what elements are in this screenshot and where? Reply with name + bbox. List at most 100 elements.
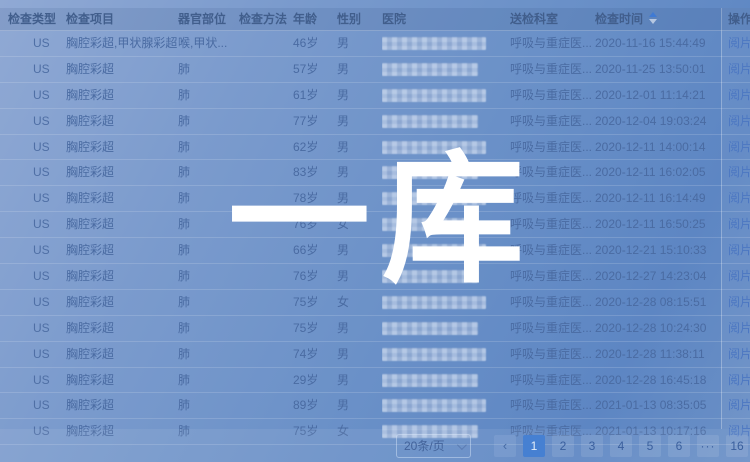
gender-cell: 男	[337, 342, 381, 367]
view-image-link[interactable]: 阅片	[728, 191, 750, 205]
table-row: US胸腔彩超肺61岁男呼吸与重症医...2020-12-01 11:14:21阅…	[0, 83, 750, 109]
page-size-select[interactable]: 20条/页	[396, 434, 471, 458]
hospital-cell	[382, 368, 510, 393]
exam-item-cell: 胸腔彩超	[66, 212, 178, 237]
department-cell: 呼吸与重症医...	[510, 83, 595, 108]
exam-type-cell: US	[8, 393, 66, 418]
exam-item-cell: 胸腔彩超	[66, 186, 178, 211]
operation-cell: 阅片	[728, 160, 750, 185]
organ-cell: 肺	[178, 290, 238, 315]
view-image-link[interactable]: 阅片	[728, 269, 750, 283]
department-cell: 呼吸与重症医...	[510, 57, 595, 82]
gender-cell: 男	[337, 238, 381, 263]
view-image-link[interactable]: 阅片	[728, 140, 750, 154]
prev-page-button[interactable]: ‹	[494, 435, 516, 457]
method-cell	[239, 264, 293, 289]
method-cell	[239, 212, 293, 237]
exam-type-cell: US	[8, 212, 66, 237]
exam-type-cell: US	[8, 83, 66, 108]
age-cell: 83岁	[293, 160, 337, 185]
view-image-link[interactable]: 阅片	[728, 36, 750, 50]
exam-item-cell: 胸腔彩超	[66, 393, 178, 418]
organ-cell: 肺	[178, 316, 238, 341]
hospital-cell	[382, 212, 510, 237]
exam-item-cell: 胸腔彩超	[66, 368, 178, 393]
sort-caret-down-icon[interactable]	[649, 19, 657, 24]
exam-type-cell: US	[8, 135, 66, 160]
exam-item-cell: 胸腔彩超	[66, 238, 178, 263]
page-button-1[interactable]: 1	[523, 435, 545, 457]
hospital-redacted-blur	[382, 322, 478, 335]
exam-item-cell: 胸腔彩超	[66, 83, 178, 108]
department-cell: 呼吸与重症医...	[510, 160, 595, 185]
page-ellipsis[interactable]: ···	[697, 435, 719, 457]
page-button-5[interactable]: 5	[639, 435, 661, 457]
hospital-cell	[382, 57, 510, 82]
method-cell	[239, 290, 293, 315]
hospital-cell	[382, 342, 510, 367]
page-button-2[interactable]: 2	[552, 435, 574, 457]
exam-item-cell: 胸腔彩超,甲状腺彩超	[66, 31, 178, 56]
exam-item-cell: 胸腔彩超	[66, 57, 178, 82]
exam-time-cell: 2020-12-11 14:00:14	[595, 135, 721, 160]
hospital-cell	[382, 160, 510, 185]
organ-cell: 肺	[178, 186, 238, 211]
organ-cell: 肺	[178, 264, 238, 289]
operation-cell: 阅片	[728, 290, 750, 315]
page-button-6[interactable]: 6	[668, 435, 690, 457]
exam-type-cell: US	[8, 316, 66, 341]
organ-cell: 肺	[178, 368, 238, 393]
view-image-link[interactable]: 阅片	[728, 373, 750, 387]
hospital-redacted-blur	[382, 348, 486, 361]
method-cell	[239, 57, 293, 82]
column-header-exam-time[interactable]: 检查时间	[595, 8, 721, 30]
view-image-link[interactable]: 阅片	[728, 243, 750, 257]
page-button-16[interactable]: 16	[726, 435, 748, 457]
hospital-redacted-blur	[382, 37, 486, 50]
hospital-cell	[382, 31, 510, 56]
exam-type-cell: US	[8, 57, 66, 82]
gender-cell: 男	[337, 109, 381, 134]
view-image-link[interactable]: 阅片	[728, 398, 750, 412]
hospital-cell	[382, 186, 510, 211]
page-button-3[interactable]: 3	[581, 435, 603, 457]
exam-item-cell: 胸腔彩超	[66, 135, 178, 160]
exam-item-cell: 胸腔彩超	[66, 264, 178, 289]
organ-cell: 肺	[178, 212, 238, 237]
view-image-link[interactable]: 阅片	[728, 165, 750, 179]
column-header-gender: 性别	[337, 8, 381, 30]
department-cell: 呼吸与重症医...	[510, 316, 595, 341]
table-row: US胸腔彩超肺62岁男呼吸与重症医...2020-12-11 14:00:14阅…	[0, 135, 750, 161]
hospital-redacted-blur	[382, 89, 486, 102]
department-cell: 呼吸与重症医...	[510, 393, 595, 418]
study-table: 检查类型 检查项目 器官部位 检查方法 年龄 性别 医院 送检科室 检查时间 操…	[0, 8, 750, 429]
table-row: US胸腔彩超肺89岁男呼吸与重症医...2021-01-13 08:35:05阅…	[0, 393, 750, 419]
department-cell: 呼吸与重症医...	[510, 264, 595, 289]
gender-cell: 男	[337, 83, 381, 108]
exam-time-cell: 2020-11-25 13:50:01	[595, 57, 721, 82]
exam-time-cell: 2020-12-21 15:10:33	[595, 238, 721, 263]
exam-item-cell: 胸腔彩超	[66, 316, 178, 341]
sort-carets[interactable]	[647, 11, 657, 25]
table-row: US胸腔彩超,甲状腺彩超喉,甲状...46岁男呼吸与重症医...2020-11-…	[0, 31, 750, 57]
table-body: US胸腔彩超,甲状腺彩超喉,甲状...46岁男呼吸与重症医...2020-11-…	[0, 31, 750, 445]
operation-cell: 阅片	[728, 264, 750, 289]
view-image-link[interactable]: 阅片	[728, 62, 750, 76]
exam-type-cell: US	[8, 238, 66, 263]
page-button-4[interactable]: 4	[610, 435, 632, 457]
study-list-screen: 检查类型 检查项目 器官部位 检查方法 年龄 性别 医院 送检科室 检查时间 操…	[0, 0, 750, 462]
column-header-operation: 操作	[728, 8, 750, 30]
department-cell: 呼吸与重症医...	[510, 186, 595, 211]
view-image-link[interactable]: 阅片	[728, 295, 750, 309]
age-cell: 62岁	[293, 135, 337, 160]
view-image-link[interactable]: 阅片	[728, 217, 750, 231]
view-image-link[interactable]: 阅片	[728, 88, 750, 102]
view-image-link[interactable]: 阅片	[728, 114, 750, 128]
method-cell	[239, 316, 293, 341]
view-image-link[interactable]: 阅片	[728, 321, 750, 335]
sort-caret-up-icon[interactable]	[649, 12, 657, 17]
gender-cell: 女	[337, 212, 381, 237]
pagination-bar: 20条/页 ‹ 123456 ··· 16	[0, 429, 750, 462]
hospital-redacted-blur	[382, 63, 478, 76]
view-image-link[interactable]: 阅片	[728, 347, 750, 361]
